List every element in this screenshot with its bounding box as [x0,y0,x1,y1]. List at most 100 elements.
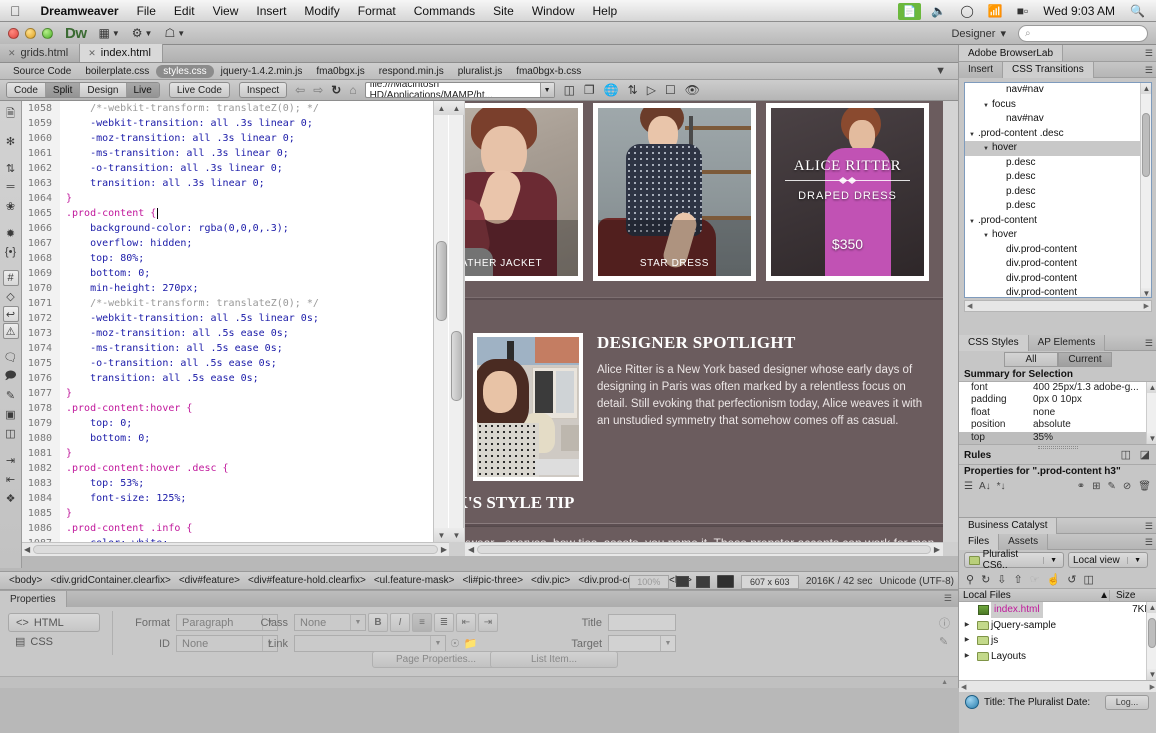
disclosure-triangle-icon[interactable]: ▶ [959,633,975,649]
tablet-size-icon[interactable] [695,575,710,588]
target-select[interactable]: ▼ [608,635,676,652]
site-management-button[interactable]: ☖ ▼ [164,26,185,40]
scroll-down-icon[interactable]: ▼ [434,528,449,542]
scroll-up-icon[interactable]: ▲ [1147,382,1156,393]
inspect-button[interactable]: Inspect [238,82,288,98]
layout-switcher-button[interactable]: ▦ ▼ [99,26,120,40]
live-preview[interactable]: ATHER JACKET STAR DRESS ALICE RITTER DRA… [465,101,943,542]
tab-css-transitions[interactable]: CSS Transitions [1003,61,1094,78]
summary-table[interactable]: ▲ ▼ font 400 25px/1.3 adobe-g... padding 0p… [959,382,1156,444]
scroll-left-icon[interactable]: ◀ [967,302,972,310]
unordered-list-button[interactable]: ≡ [412,613,432,632]
collapse-outside-selection-icon[interactable]: ⇅ [2,159,20,177]
preview-multiscreen-icon[interactable]: ❐ [584,83,595,97]
scrollbar-thumb[interactable] [1148,618,1156,648]
related-file-styles-css[interactable]: styles.css [156,64,214,78]
menu-edit[interactable]: Edit [165,0,204,22]
preview-in-browser-icon[interactable]: 🌐 [604,83,619,97]
ordered-list-button[interactable]: ≣ [434,613,454,632]
code-line[interactable]: 1060 -moz-transition: all .3s linear 0; [22,131,449,146]
tab-adobe-browserlab[interactable]: Adobe BrowserLab [959,45,1064,61]
menu-site[interactable]: Site [484,0,523,22]
refresh-icon[interactable]: ↻ [331,83,341,97]
scroll-down-icon[interactable]: ▼ [1147,669,1156,680]
code-line[interactable]: 1080 bottom: 0; [22,431,449,446]
zoom-window-button[interactable] [42,27,53,39]
transition-tree-row[interactable]: ▼ hover [965,141,1151,156]
design-left-scrollbar[interactable]: ▲ ▼ [449,101,464,542]
help-question-icon[interactable]: ⓘ [939,615,950,631]
product-card[interactable]: STAR DRESS [593,103,756,281]
tree-horizontal-scrollbar[interactable]: ◀ ▶ [964,300,1152,312]
validate-markup-icon[interactable]: ☐ [665,83,676,97]
code-vertical-scrollbar[interactable]: ▲ ▼ [433,101,449,542]
address-input[interactable]: file:///Macintosh HD/Applications/MAMP/h… [364,82,555,98]
view-select[interactable]: Local view ▼ [1068,552,1148,568]
view-split-button[interactable]: Split [45,83,81,97]
scroll-right-icon[interactable]: ▶ [441,545,447,554]
code-line[interactable]: 1082 .prod-content:hover .desc { [22,461,449,476]
panel-menu-icon[interactable]: ☰ [944,593,952,604]
transition-tree-row[interactable]: div.prod-content [965,272,1151,287]
transition-tree-row[interactable]: ▼ focus [965,98,1151,113]
featured-product-card[interactable]: ALICE RITTER DRAPED DRESS $350 [766,103,929,281]
size-column[interactable]: Size [1109,589,1156,601]
volume-icon[interactable]: 🔈 [924,4,953,18]
mobile-size-icon[interactable] [675,576,689,587]
menu-format[interactable]: Format [349,0,405,22]
transition-tree-row[interactable]: div.prod-content [965,286,1151,297]
menu-view[interactable]: View [204,0,248,22]
disclosure-triangle-icon[interactable]: ▼ [983,99,992,114]
tag-feature-mask[interactable]: <ul.feature-mask> [370,575,459,586]
resize-grip[interactable] [1038,446,1078,449]
scrollbar-thumb[interactable] [436,241,447,321]
check-in-icon[interactable]: ☝ [1047,573,1061,586]
related-file-respond-min-js[interactable]: respond.min.js [372,65,451,78]
show-category-icon[interactable]: ◪ [1140,448,1150,461]
related-file-fma0bgx-js[interactable]: fma0bgx.js [309,65,371,78]
code-line[interactable]: 1062 -o-transition: all .3s linear 0; [22,161,449,176]
evernote-icon[interactable]: 📄 [897,2,922,20]
code-line[interactable]: 1063 transition: all .3s linear 0; [22,176,449,191]
code-line[interactable]: 1084 font-size: 125%; [22,491,449,506]
css-summary-row[interactable]: float none [959,407,1156,419]
related-file-source-code[interactable]: Source Code [6,65,78,78]
design-horizontal-scrollbar[interactable]: ◀ ▶ [465,542,943,556]
put-get-icon[interactable]: ⇅ [628,83,638,97]
title-input[interactable] [608,614,676,631]
transition-tree-row[interactable]: p.desc [965,156,1151,171]
put-files-icon[interactable]: ⇧ [1014,573,1023,586]
code-line[interactable]: 1086 .prod-content .info { [22,521,449,536]
bold-button[interactable]: B [368,613,388,632]
transition-tree-row[interactable]: p.desc [965,185,1151,200]
italic-button[interactable]: I [390,613,410,632]
related-file-fma0bgx-b-css[interactable]: fma0bgx-b.css [509,65,588,78]
code-editor[interactable]: 1058 /*-webkit-transform: translateZ(0);… [22,101,449,556]
tab-files[interactable]: Files [959,533,1000,550]
scroll-down-icon[interactable]: ▼ [1147,433,1156,444]
synchronize-icon[interactable]: ↺ [1067,573,1076,586]
apple-menu-icon[interactable]:  [0,4,32,18]
get-files-icon[interactable]: ⇩ [997,573,1006,586]
attach-style-sheet-icon[interactable]: ⚭ [1077,481,1085,492]
scroll-down-icon[interactable]: ▼ [1141,288,1151,297]
tab-ap-elements[interactable]: AP Elements [1028,334,1106,351]
balance-braces-icon[interactable]: ✹ [2,224,20,242]
scroll-up-icon[interactable]: ▲ [434,101,449,115]
transition-tree-row[interactable]: div.prod-content [965,243,1151,258]
page-properties-button[interactable]: Page Properties... [372,651,500,668]
code-line[interactable]: 1073 -moz-transition: all .5s ease 0s; [22,326,449,341]
tag-pic[interactable]: <div.pic> [527,575,574,586]
wrap-tag-icon[interactable]: {•} [2,243,20,261]
visual-aids-icon[interactable]: 👁 [685,83,700,97]
link-input[interactable]: ▼ [294,635,446,652]
extend-gear-button[interactable]: ⚙ ▼ [132,26,153,40]
close-window-button[interactable] [8,27,19,39]
indent-button[interactable]: ⇥ [478,613,498,632]
panel-menu-icon[interactable]: ☰ [1145,65,1153,76]
code-line[interactable]: 1059 -webkit-transition: all .3s linear … [22,116,449,131]
scroll-left-icon[interactable]: ◀ [468,545,474,554]
doc-tab-index[interactable]: ✕ index.html [80,44,163,62]
tab-business-catalyst[interactable]: Business Catalyst [959,517,1058,534]
remove-comment-icon[interactable]: 🗩 [2,367,20,385]
